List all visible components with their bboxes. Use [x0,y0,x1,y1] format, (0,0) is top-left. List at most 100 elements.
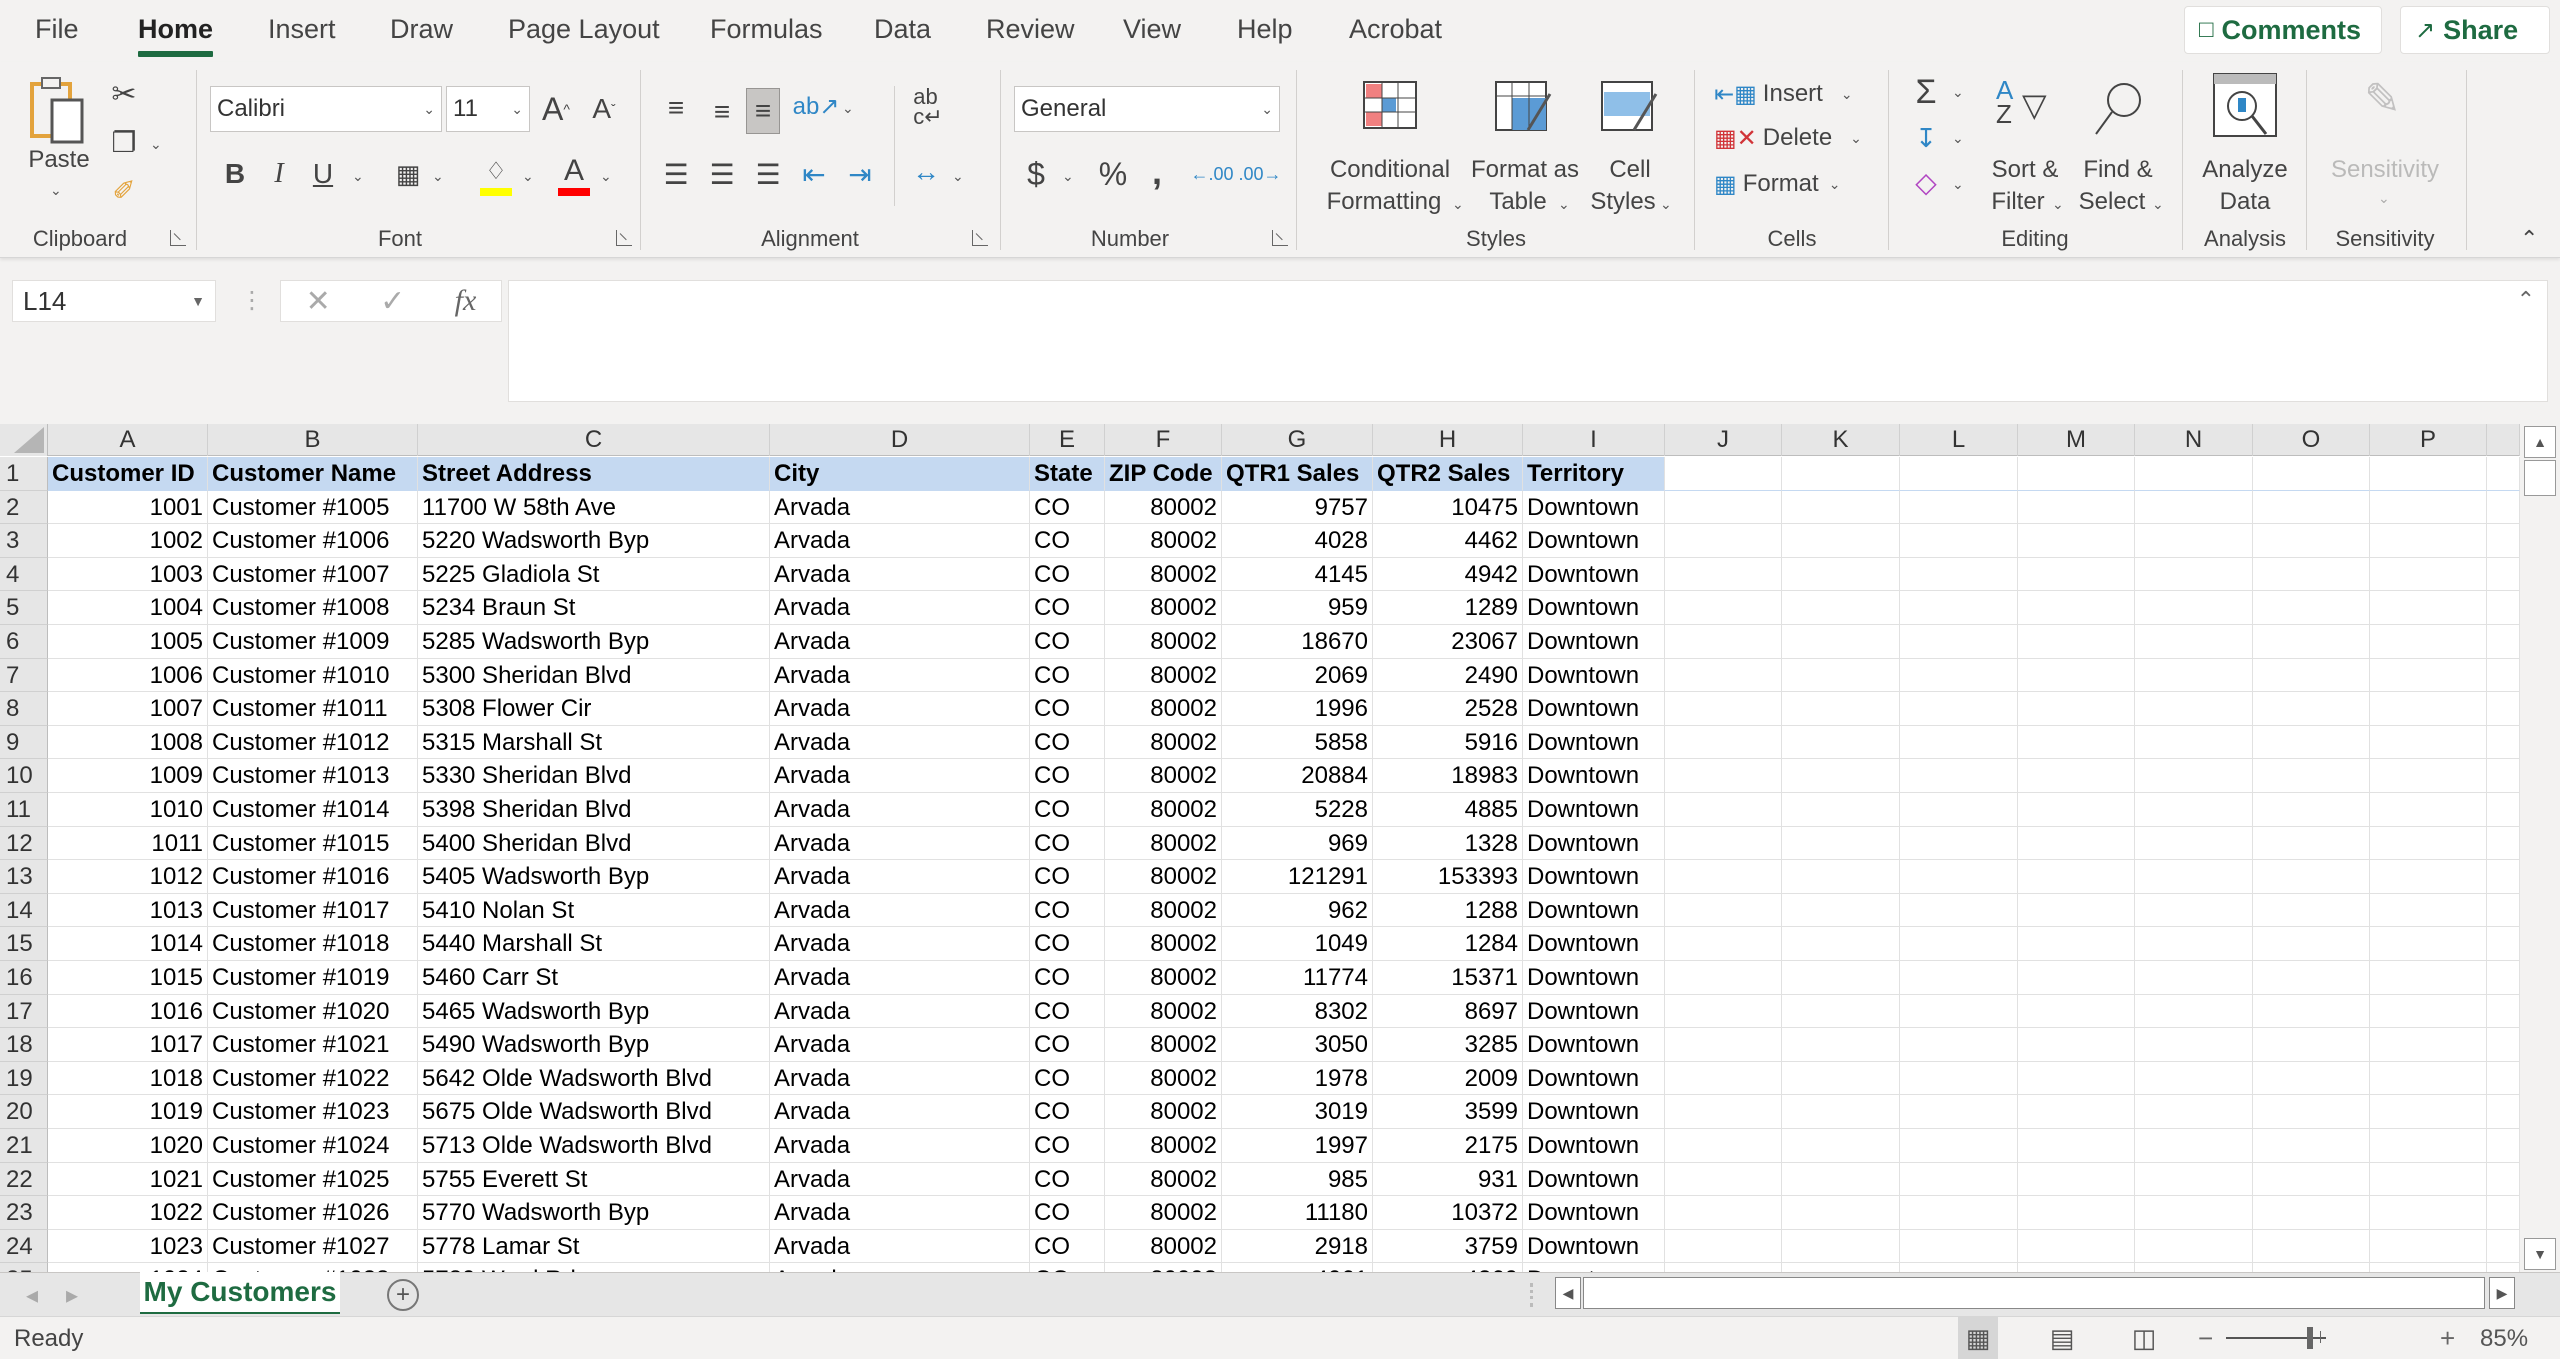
analyze-data-button[interactable]: Analyze Data [2194,70,2296,220]
cell[interactable]: CO [1030,759,1105,793]
cell[interactable]: 1021 [48,1162,208,1197]
empty-cell[interactable] [1782,860,1900,894]
cell[interactable]: Arvada [770,1129,1030,1163]
cell[interactable]: 1006 [48,658,208,693]
empty-cell[interactable] [1782,1196,1900,1230]
alignment-launcher-icon[interactable] [972,230,988,246]
conditional-formatting-button[interactable]: Conditional Formatting ⌄ [1310,74,1470,224]
cell[interactable]: Customer #1008 [208,591,418,625]
cell[interactable]: 1001 [48,490,208,525]
empty-cell[interactable] [2253,692,2370,726]
row-header[interactable]: 5 [0,591,48,625]
cell[interactable]: Customer #1018 [208,927,418,961]
empty-cell[interactable] [1665,1129,1782,1163]
horizontal-scroll-thumb[interactable] [1583,1277,2485,1309]
cell[interactable]: Arvada [770,994,1030,1029]
empty-cell[interactable] [1665,759,1782,793]
fill-color-button[interactable]: ♢ [478,154,514,200]
empty-cell[interactable] [1900,1129,2018,1163]
cell[interactable]: Arvada [770,1229,1030,1264]
empty-cell[interactable] [2487,1129,2520,1163]
empty-cell[interactable] [1782,1095,1900,1129]
empty-cell[interactable] [2253,1162,2370,1197]
borders-dropdown-icon[interactable]: ⌄ [432,160,444,192]
empty-cell[interactable] [1665,1162,1782,1197]
empty-cell[interactable] [2135,490,2253,525]
row-header[interactable]: 10 [0,759,48,793]
cell[interactable]: 1996 [1222,692,1373,726]
formula-input[interactable]: ⌃ [508,280,2548,402]
empty-cell[interactable] [2018,524,2135,558]
cell[interactable]: Customer #1011 [208,692,418,726]
empty-cell[interactable] [1900,793,2018,827]
cell[interactable]: Downtown [1523,658,1665,693]
cell[interactable]: 11700 W 58th Ave [418,490,770,525]
empty-cell[interactable] [1665,1196,1782,1230]
cell[interactable]: CO [1030,793,1105,827]
cell[interactable]: 1289 [1373,591,1523,625]
autosum-icon[interactable]: Σ [1906,72,1946,112]
cell[interactable]: Downtown [1523,1196,1665,1230]
cell[interactable]: Arvada [770,793,1030,827]
empty-cell[interactable] [2487,759,2520,793]
cell[interactable]: Downtown [1523,1028,1665,1062]
scroll-left-icon[interactable]: ◀ [1555,1277,1581,1309]
empty-cell[interactable] [2370,1095,2487,1129]
cell[interactable]: 80002 [1105,658,1222,693]
column-header-l[interactable]: L [1900,424,2018,456]
cell[interactable]: Downtown [1523,692,1665,726]
cell[interactable]: CO [1030,591,1105,625]
cell[interactable]: 1017 [48,1028,208,1062]
italic-icon[interactable]: I [264,152,294,196]
empty-cell[interactable] [1782,1028,1900,1062]
autosum-dropdown-icon[interactable]: ⌄ [1952,76,1964,108]
cell[interactable]: 80002 [1105,557,1222,592]
empty-cell[interactable] [2487,1095,2520,1129]
cell[interactable]: Arvada [770,557,1030,592]
tab-acrobat[interactable]: Acrobat [1349,14,1442,45]
cell[interactable]: 5398 Sheridan Blvd [418,793,770,827]
cell[interactable]: Arvada [770,961,1030,995]
empty-cell[interactable] [1900,927,2018,961]
cell[interactable]: Customer #1007 [208,557,418,592]
empty-cell[interactable] [2370,557,2487,592]
cell[interactable]: CO [1030,893,1105,928]
empty-cell[interactable] [1782,490,1900,525]
next-sheet-icon[interactable]: ▸ [66,1281,78,1310]
empty-cell[interactable] [1665,725,1782,760]
empty-cell[interactable] [1900,1196,2018,1230]
cell[interactable]: Downtown [1523,1129,1665,1163]
cell[interactable]: 80002 [1105,860,1222,894]
cell[interactable]: 8302 [1222,994,1373,1029]
cell[interactable]: 80002 [1105,1162,1222,1197]
empty-cell[interactable] [2487,557,2520,592]
empty-cell[interactable] [1665,1229,1782,1264]
empty-cell[interactable] [2018,961,2135,995]
cell[interactable]: 1015 [48,961,208,995]
tab-help[interactable]: Help [1237,14,1293,45]
empty-cell[interactable] [2370,994,2487,1029]
empty-cell[interactable] [2370,860,2487,894]
number-launcher-icon[interactable] [1272,230,1288,246]
cell[interactable]: 80002 [1105,759,1222,793]
insert-function-icon[interactable]: fx [455,284,477,318]
empty-cell[interactable] [1665,490,1782,525]
cell[interactable]: Customer #1028 [208,1263,418,1272]
underline-icon[interactable]: U [308,152,338,196]
empty-cell[interactable] [2018,625,2135,659]
row-header[interactable]: 3 [0,524,48,558]
cell[interactable]: 80002 [1105,961,1222,995]
clipboard-launcher-icon[interactable] [170,230,186,246]
column-title-cell[interactable]: City [770,457,1030,491]
column-title-cell[interactable]: QTR2 Sales [1373,457,1523,491]
column-title-cell[interactable]: Street Address [418,457,770,491]
empty-cell[interactable] [2135,826,2253,861]
format-painter-icon[interactable]: ✐ [106,170,142,210]
empty-cell[interactable] [2018,1229,2135,1264]
empty-cell[interactable] [2370,1028,2487,1062]
zoom-slider-thumb[interactable] [2307,1327,2313,1349]
cell[interactable]: CO [1030,961,1105,995]
empty-cell[interactable] [2135,1095,2253,1129]
empty-cell[interactable] [1900,1095,2018,1129]
paste-button[interactable] [28,74,90,148]
